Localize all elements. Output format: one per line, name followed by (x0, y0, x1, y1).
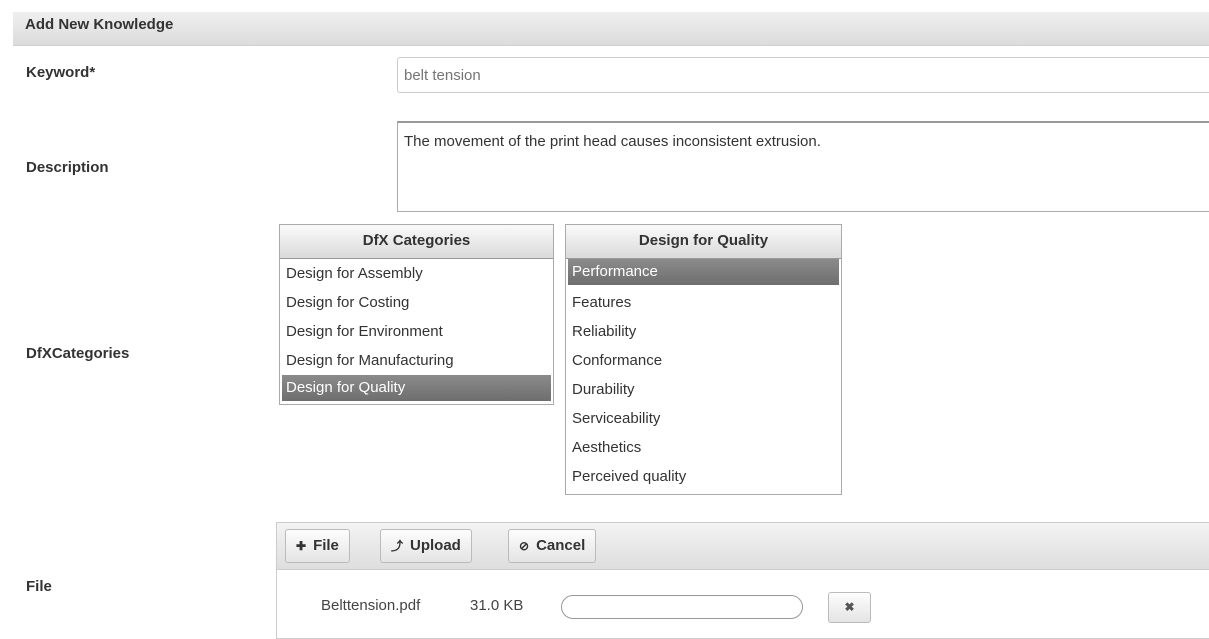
quality-subcategory-item[interactable]: Conformance (568, 346, 839, 375)
file-size: 31.0 KB (470, 597, 524, 614)
remove-file-button[interactable]: ✖ (828, 592, 871, 623)
dfx-categories-listbox[interactable]: DfX Categories Design for Assembly Design… (279, 224, 554, 405)
dfx-categories-header: DfX Categories (280, 225, 553, 259)
upload-button[interactable]: ⤴ Upload (380, 529, 472, 563)
quality-subcategory-item[interactable]: Durability (568, 375, 839, 404)
dfx-category-item[interactable]: Design for Environment (282, 317, 551, 346)
file-name: Belttension.pdf (321, 597, 421, 614)
quality-subcategories-listbox[interactable]: Design for Quality Performance Features Re… (565, 224, 842, 495)
quality-subcategory-item[interactable]: Aesthetics (568, 433, 839, 462)
plus-icon: ✚ (296, 539, 307, 553)
cancel-circle-icon: ⊘ (519, 539, 530, 553)
form-header: Add New Knowledge (13, 12, 1209, 46)
dfx-category-item[interactable]: Design for Costing (282, 288, 551, 317)
keyword-input[interactable] (397, 57, 1209, 93)
file-uploader: ✚ File ⤴ Upload ⊘ Cancel Belttension.pdf 31… (276, 522, 1209, 639)
dfx-category-item[interactable]: Design for Manufacturing (282, 346, 551, 375)
add-file-button[interactable]: ✚ File (285, 529, 350, 563)
description-label: Description (26, 159, 109, 176)
quality-subcategory-item[interactable]: Perceived quality (568, 462, 839, 491)
quality-subcategory-item[interactable]: Performance (568, 259, 839, 285)
uploader-toolbar: ✚ File ⤴ Upload ⊘ Cancel (277, 523, 1209, 570)
dfx-categories-label: DfXCategories (26, 345, 130, 362)
dfx-category-item[interactable]: Design for Assembly (282, 259, 551, 288)
file-label: File (26, 578, 52, 595)
dfx-category-item[interactable]: Design for Quality (282, 375, 551, 401)
quality-subcategory-item[interactable]: Reliability (568, 317, 839, 346)
upload-arrow-icon: ⤴ (391, 539, 404, 553)
description-textarea[interactable]: The movement of the print head causes in… (397, 121, 1209, 212)
form-title: Add New Knowledge (25, 16, 174, 33)
keyword-label: Keyword* (26, 64, 96, 81)
quality-subcategory-item[interactable]: Serviceability (568, 404, 839, 433)
upload-progress-bar (561, 595, 803, 619)
cancel-button[interactable]: ⊘ Cancel (508, 529, 597, 563)
quality-subcategory-item[interactable]: Features (568, 288, 839, 317)
close-x-icon: ✖ (844, 600, 855, 614)
quality-subcategories-header: Design for Quality (566, 225, 841, 259)
